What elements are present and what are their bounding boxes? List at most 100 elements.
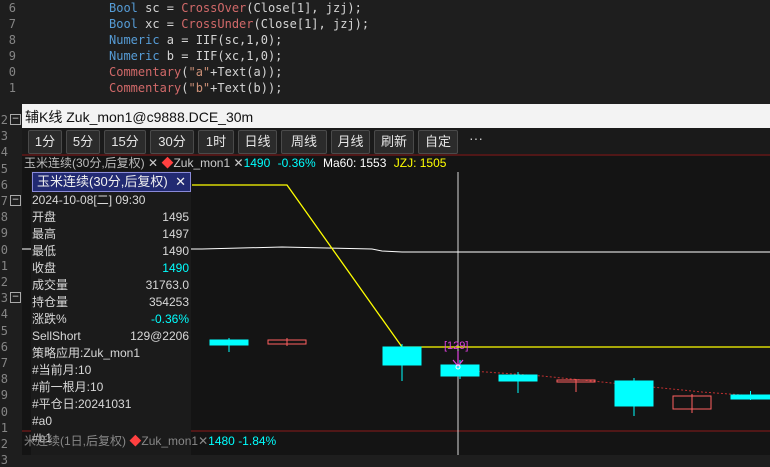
line-number: 7 — [8, 17, 16, 31]
info-value: 129@2206 — [130, 329, 189, 343]
info-note: #平仓日:20241031 — [32, 397, 132, 411]
legend-change: -0.36% — [277, 156, 316, 170]
info-label: 最高 — [32, 227, 57, 241]
gutter-line-number: 5 — [0, 161, 8, 176]
info-value: -0.36% — [150, 312, 189, 326]
info-row: 收盘 1490 — [32, 260, 190, 277]
candle-body — [209, 339, 249, 346]
bar-info-panel[interactable]: 玉米连续(30分,后复权) ✕ 2024-10-08[二] 09:30 开盘 14… — [31, 171, 191, 455]
gutter-line-number: 8 — [0, 372, 8, 387]
code-token: Numeric — [109, 33, 167, 47]
more-options-icon[interactable]: ··· — [469, 130, 483, 146]
info-row: 持仓量 354253 — [32, 294, 190, 311]
period-button[interactable]: 自定 — [418, 130, 458, 154]
info-label: 最低 — [32, 244, 57, 258]
code-token: b = IIF(xc,1,0); — [166, 49, 283, 63]
gutter-line-number: 8 — [0, 210, 8, 225]
gutter-line-number: 2 — [0, 275, 8, 289]
period-button[interactable]: 1分 — [28, 130, 62, 154]
candle-body — [382, 346, 422, 366]
fold-toggle-icon[interactable]: − — [10, 292, 21, 303]
line-number: 6 — [8, 1, 16, 15]
gutter-line-number: 3 — [0, 453, 8, 467]
code-token: sc = — [145, 1, 182, 15]
info-value: 1495 — [162, 210, 189, 224]
period-button[interactable]: 日线 — [238, 130, 277, 154]
gutter-line-number: 2 — [0, 437, 8, 451]
info-panel-close-icon[interactable]: ✕ — [175, 173, 186, 191]
gutter-line-number: 1 — [0, 420, 8, 435]
info-row: 成交量 31763.0 — [32, 277, 190, 294]
code-token: +Text(a)); — [210, 65, 283, 79]
info-note: #前一根月:10 — [32, 380, 104, 394]
code-token: CrossUnder — [181, 17, 254, 31]
code-token: "b" — [188, 81, 211, 95]
period-button[interactable]: 15分 — [104, 130, 146, 154]
daily-strategy: Zuk_mon1 — [141, 434, 199, 448]
legend-jzj-label: JZJ: — [393, 156, 417, 170]
legend-price: 1490 — [243, 156, 271, 170]
code-line[interactable]: Numeric a = IIF(sc,1,0); — [109, 33, 282, 47]
legend-ma-label: Ma60: — [322, 156, 357, 170]
info-value: 1490 — [162, 261, 189, 275]
period-button[interactable]: 30分 — [150, 130, 194, 154]
info-note: #a0 — [32, 414, 53, 428]
info-note: #当前月:10 — [32, 363, 92, 377]
code-line[interactable]: Commentary("b"+Text(b)); — [109, 81, 282, 95]
info-label: 成交量 — [32, 278, 69, 292]
code-line[interactable]: Bool xc = CrossUnder(Close[1], jzj); — [109, 17, 369, 31]
code-line[interactable]: Numeric b = IIF(xc,1,0); — [109, 49, 282, 63]
candle-body — [614, 380, 654, 407]
daily-change: -1.84% — [238, 434, 277, 448]
code-token: a = IIF(sc,1,0); — [166, 33, 283, 47]
period-button[interactable]: 5分 — [66, 130, 100, 154]
period-button[interactable]: 1时 — [198, 130, 234, 154]
info-label: 持仓量 — [32, 295, 69, 309]
gutter-line-number: 6 — [0, 177, 8, 192]
code-token: (Close[1], jzj); — [246, 1, 362, 15]
legend-ma-value: 1553 — [359, 156, 387, 170]
legend-close-icon[interactable]: ✕ — [148, 156, 158, 170]
daily-price: 1480 — [208, 434, 235, 448]
gutter-line-number: 1 — [0, 258, 8, 273]
period-button[interactable]: 刷新 — [374, 130, 414, 154]
code-token: Commentary — [109, 81, 182, 95]
code-line[interactable]: Bool sc = CrossOver(Close[1], jzj); — [109, 1, 362, 15]
period-button[interactable]: 周线 — [281, 130, 327, 154]
legend-contract: 玉米连续(30分,后复权) — [24, 156, 145, 170]
gutter-line-number: 4 — [0, 145, 8, 160]
code-line[interactable]: Commentary("a"+Text(a)); — [109, 65, 282, 79]
info-panel-header[interactable]: 玉米连续(30分,后复权) ✕ — [32, 172, 191, 192]
period-toolbar: 1分 5分 15分 30分 1时 日线 周线 月线 刷新 自定 ··· — [22, 128, 770, 156]
legend-strategy-close-icon[interactable]: ✕ — [234, 156, 244, 170]
period-button[interactable]: 月线 — [331, 130, 370, 154]
info-row: 最高 1497 — [32, 226, 190, 243]
gutter-line-number: 0 — [0, 242, 8, 257]
fold-toggle-icon[interactable]: − — [10, 114, 21, 125]
info-value: 1497 — [162, 227, 189, 241]
gutter-line-number: 3 — [0, 129, 8, 144]
code-token: +Text(b)); — [210, 81, 283, 95]
info-panel-title: 玉米连续(30分,后复权) — [37, 174, 168, 189]
info-value: 354253 — [148, 295, 189, 309]
info-label: 收盘 — [32, 261, 57, 275]
line-number: 9 — [8, 49, 16, 63]
daily-close-icon[interactable]: ✕ — [198, 434, 208, 448]
window-titlebar[interactable]: 辅K线 Zuk_mon1@c9888.DCE_30m — [22, 104, 770, 128]
gutter-line-number: 9 — [0, 388, 8, 403]
candle-body — [498, 374, 538, 382]
signal-label: [129] — [444, 340, 468, 352]
legend-jzj-value: 1505 — [419, 156, 447, 170]
info-row: 涨跌% -0.36% — [32, 311, 190, 328]
strategy-diamond-icon: ◆ — [129, 434, 142, 448]
info-row: SellShort 129@2206 — [32, 328, 190, 345]
chart-legend: 玉米连续(30分,后复权) ✕ ◆Zuk_mon1 ✕1490 -0.36% M… — [22, 154, 770, 172]
info-value: 31763.0 — [145, 278, 189, 292]
fold-toggle-icon[interactable]: − — [10, 195, 21, 206]
code-token: "a" — [188, 65, 211, 79]
candle-body — [730, 394, 770, 400]
info-value: 1490 — [162, 244, 189, 258]
window-title: 辅K线 Zuk_mon1@c9888.DCE_30m — [25, 109, 254, 125]
code-token: xc = — [145, 17, 182, 31]
code-token: Bool — [109, 17, 146, 31]
